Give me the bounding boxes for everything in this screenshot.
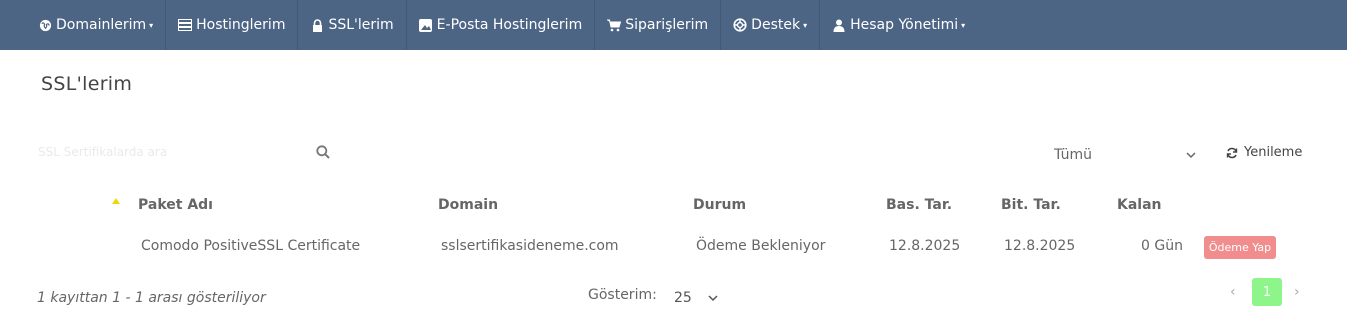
table-info: 1 kayıttan 1 - 1 arası gösteriliyor: [37, 290, 266, 306]
page-1-button[interactable]: 1: [1252, 278, 1282, 306]
image-icon: [419, 18, 433, 32]
column-header-domain[interactable]: Domain: [438, 197, 498, 213]
column-header-bas-tar[interactable]: Bas. Tar.: [886, 197, 952, 213]
nav-label: SSL'lerim: [328, 17, 394, 33]
column-header-durum[interactable]: Durum: [693, 197, 746, 213]
filter-value: Tümü: [1054, 147, 1093, 163]
nav-label: E-Posta Hostinglerim: [436, 17, 583, 33]
page-size-value: 25: [674, 290, 692, 306]
nav-eposta-hostinglerim[interactable]: E-Posta Hostinglerim: [407, 0, 596, 50]
user-icon: [832, 18, 846, 32]
cell-status: Ödeme Bekleniyor: [696, 238, 826, 254]
page-size-label: Gösterim:: [588, 287, 657, 303]
column-header-paket-adi[interactable]: Paket Adı: [138, 197, 213, 213]
lifebuoy-icon: [733, 18, 747, 32]
globe-icon: [38, 18, 52, 32]
search-box: [38, 138, 338, 166]
nav-hostinglerim[interactable]: Hostinglerim: [166, 0, 299, 50]
column-header-kalan[interactable]: Kalan: [1117, 197, 1162, 213]
previous-page-button[interactable]: ‹: [1230, 284, 1236, 300]
nav-siparislerim[interactable]: Siparişlerim: [595, 0, 722, 50]
caret-down-icon: ▾: [149, 20, 154, 30]
search-icon[interactable]: [316, 144, 330, 163]
lock-icon: [310, 18, 324, 32]
server-icon: [178, 18, 193, 32]
page-size-select[interactable]: 25: [674, 289, 718, 307]
next-page-button[interactable]: ›: [1294, 284, 1300, 300]
sort-asc-icon[interactable]: [112, 198, 120, 204]
nav-label: Destek: [751, 17, 801, 33]
cell-package: Comodo PositiveSSL Certificate: [141, 238, 361, 254]
nav-label: Siparişlerim: [625, 17, 709, 33]
status-filter-select[interactable]: Tümü: [1054, 144, 1196, 166]
nav-label: Hostinglerim: [196, 17, 286, 33]
nav-label: Hesap Yönetimi: [850, 17, 959, 33]
refresh-icon: [1226, 147, 1238, 158]
cell-remaining: 0 Gün: [1141, 238, 1183, 254]
nav-ssllerim[interactable]: SSL'lerim: [298, 0, 407, 50]
pay-button[interactable]: Ödeme Yap: [1204, 236, 1276, 259]
caret-down-icon: ▾: [961, 20, 966, 30]
refresh-button[interactable]: Yenileme: [1226, 145, 1302, 160]
nav-label: Domainlerim: [56, 17, 147, 33]
nav-hesap-yonetimi[interactable]: Hesap Yönetimi ▾: [820, 0, 977, 50]
cell-domain[interactable]: sslsertifikasideneme.com: [441, 238, 619, 254]
nav-destek[interactable]: Destek ▾: [721, 0, 821, 50]
caret-down-icon: ▾: [803, 20, 808, 30]
cart-icon: [607, 18, 622, 32]
chevron-down-icon: [708, 290, 718, 306]
top-navbar: Domainlerim ▾ Hostinglerim SSL'lerim E-P…: [0, 0, 1347, 50]
nav-domainlerim[interactable]: Domainlerim ▾: [26, 0, 167, 50]
refresh-label: Yenileme: [1244, 145, 1303, 160]
search-input[interactable]: [38, 138, 338, 166]
chevron-down-icon: [1186, 147, 1196, 163]
cell-start-date: 12.8.2025: [889, 238, 961, 254]
page-title: SSL'lerim: [41, 73, 133, 95]
cell-end-date: 12.8.2025: [1004, 238, 1076, 254]
column-header-bit-tar[interactable]: Bit. Tar.: [1001, 197, 1061, 213]
